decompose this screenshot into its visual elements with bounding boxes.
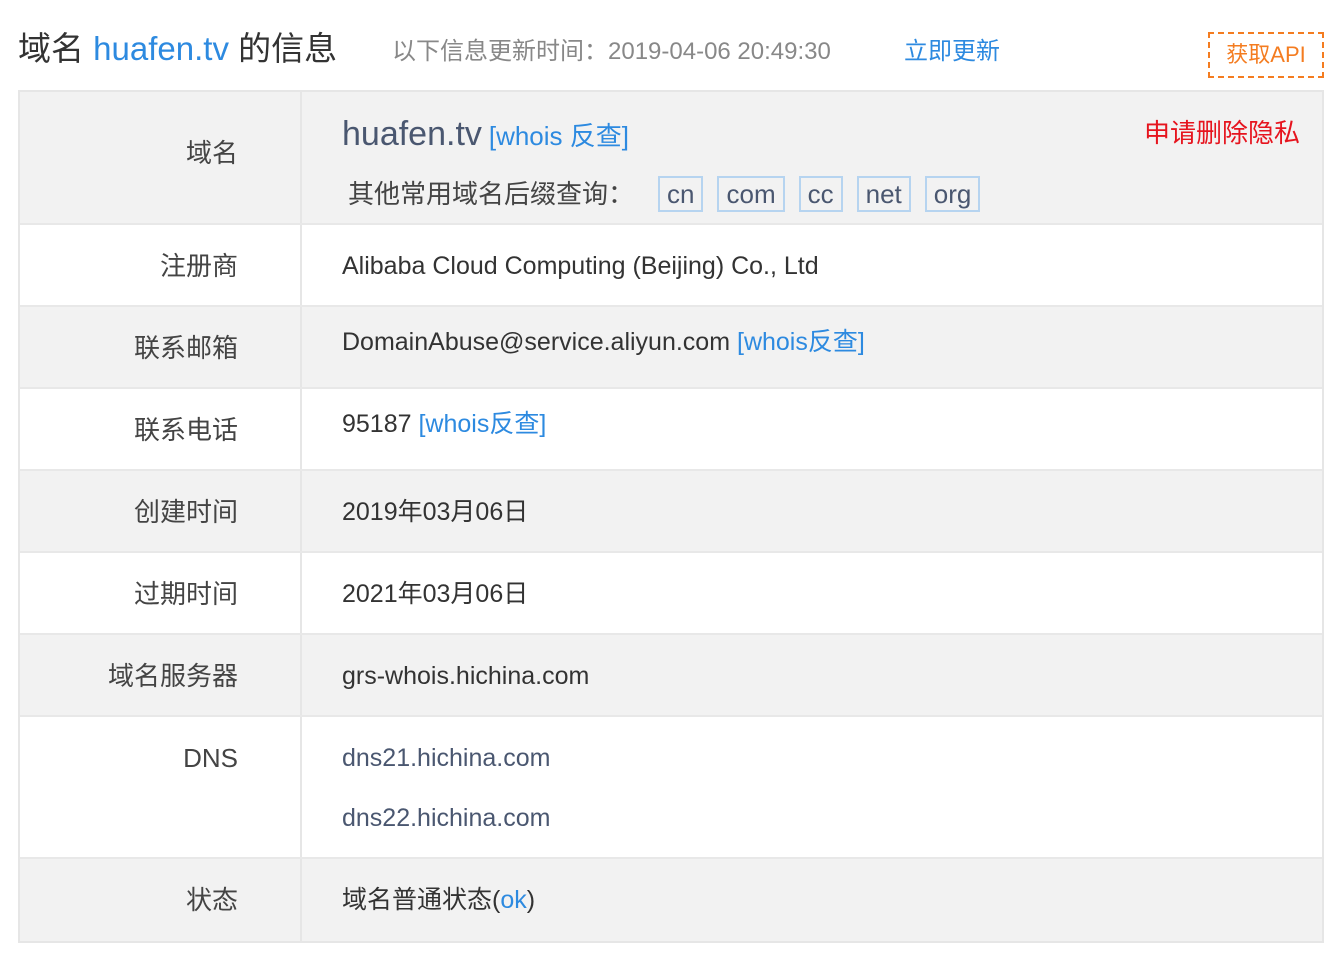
row-whois-server: 域名服务器 grs-whois.hichina.com xyxy=(20,635,1322,717)
value-whois-server: grs-whois.hichina.com xyxy=(342,662,590,690)
title-prefix: 域名 xyxy=(18,30,94,67)
refresh-now-link[interactable]: 立即更新 xyxy=(904,36,1000,68)
domain-whois-link[interactable]: [whois 反查] xyxy=(489,121,629,151)
row-label-email: 联系邮箱 xyxy=(133,333,238,363)
row-label-dns: DNS xyxy=(183,743,238,773)
label-cell: 域名服务器 xyxy=(20,635,302,715)
dns-server-2: dns22.hichina.com xyxy=(342,804,551,832)
row-label-domain: 域名 xyxy=(185,138,238,168)
domain-name-text: huafen.tv xyxy=(342,115,482,153)
suffix-query-label: 其他常用域名后缀查询： xyxy=(348,179,635,209)
row-label-created: 创建时间 xyxy=(133,497,238,527)
row-label-whois-server: 域名服务器 xyxy=(107,661,238,691)
value-domain: huafen.tv [whois 反查] xyxy=(342,112,629,156)
row-dns: DNS dns21.hichina.com dns22.hichina.com xyxy=(20,717,1322,859)
get-api-button[interactable]: 获取API xyxy=(1208,32,1324,78)
status-code-link[interactable]: ok xyxy=(500,886,526,914)
page-title: 域名 huafen.tv 的信息 xyxy=(18,24,337,74)
phone-text: 95187 xyxy=(342,410,412,438)
suffix-cn-button[interactable]: cn xyxy=(658,176,704,212)
suffix-org-button[interactable]: org xyxy=(924,176,981,212)
title-domain[interactable]: huafen.tv xyxy=(93,30,229,67)
row-label-status: 状态 xyxy=(185,885,238,915)
suffix-com-button[interactable]: com xyxy=(717,176,785,212)
label-cell: 域名 xyxy=(20,92,302,223)
row-label-expires: 过期时间 xyxy=(133,579,238,609)
email-whois-link[interactable]: [whois反查] xyxy=(737,328,865,356)
status-prefix: 域名普通状态( xyxy=(342,886,501,914)
row-phone: 联系电话 95187 [whois反查] xyxy=(20,389,1322,471)
row-label-registrar: 注册商 xyxy=(159,251,238,281)
value-phone: 95187 [whois反查] xyxy=(342,407,546,441)
updated-time-text: 以下信息更新时间：2019-04-06 20:49:30 xyxy=(392,38,831,65)
value-created: 2019年03月06日 xyxy=(342,498,529,526)
label-cell: 联系电话 xyxy=(20,389,302,469)
remove-privacy-link[interactable]: 申请删除隐私 xyxy=(1144,116,1300,150)
value-status: 域名普通状态(ok) xyxy=(342,883,535,917)
label-cell: 注册商 xyxy=(20,225,302,305)
row-domain: 域名 huafen.tv [whois 反查] 申请删除隐私 其他常用域名后缀查… xyxy=(20,92,1322,225)
row-registrar: 注册商 Alibaba Cloud Computing (Beijing) Co… xyxy=(20,225,1322,307)
dns-server-1: dns21.hichina.com xyxy=(342,744,551,772)
page-header: 域名 huafen.tv 的信息 以下信息更新时间：2019-04-06 20:… xyxy=(18,24,1324,78)
title-suffix: 的信息 xyxy=(228,30,338,67)
row-expires: 过期时间 2021年03月06日 xyxy=(20,553,1322,635)
suffix-query-row: 其他常用域名后缀查询： cn com cc net org xyxy=(348,176,994,212)
suffix-cc-button[interactable]: cc xyxy=(798,176,843,212)
status-suffix: ) xyxy=(526,886,536,914)
email-text: DomainAbuse@service.aliyun.com xyxy=(342,328,731,356)
value-registrar: Alibaba Cloud Computing (Beijing) Co., L… xyxy=(342,252,819,280)
row-created: 创建时间 2019年03月06日 xyxy=(20,471,1322,553)
phone-whois-link[interactable]: [whois反查] xyxy=(418,410,546,438)
whois-info-table: 域名 huafen.tv [whois 反查] 申请删除隐私 其他常用域名后缀查… xyxy=(18,90,1324,943)
value-email: DomainAbuse@service.aliyun.com [whois反查] xyxy=(342,325,865,359)
label-cell: 联系邮箱 xyxy=(20,307,302,387)
row-status: 状态 域名普通状态(ok) xyxy=(20,859,1322,941)
label-cell: 过期时间 xyxy=(20,553,302,633)
value-expires: 2021年03月06日 xyxy=(342,580,529,608)
label-cell: 状态 xyxy=(20,859,302,941)
label-cell: DNS xyxy=(20,717,302,857)
suffix-net-button[interactable]: net xyxy=(856,176,911,212)
row-label-phone: 联系电话 xyxy=(133,415,238,445)
row-email: 联系邮箱 DomainAbuse@service.aliyun.com [who… xyxy=(20,307,1322,389)
label-cell: 创建时间 xyxy=(20,471,302,551)
